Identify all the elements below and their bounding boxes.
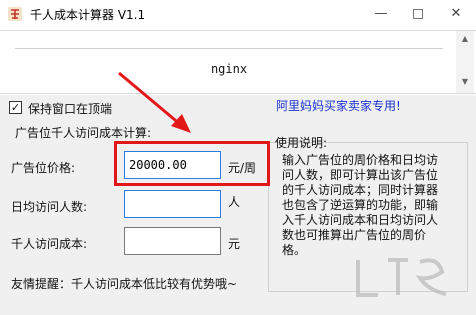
- keep-on-top-label[interactable]: 保持窗口在顶端: [28, 100, 112, 117]
- window-title: 千人成本计算器 V1.1: [30, 8, 146, 22]
- highlight-box: [114, 141, 270, 186]
- keep-on-top-checkbox[interactable]: ✓: [9, 101, 22, 114]
- cpm-label: 千人访问成本:: [11, 237, 88, 251]
- calculator-group-title: 广告位千人访问成本计算:: [15, 126, 152, 140]
- daily-visitors-input[interactable]: [124, 190, 221, 218]
- close-button[interactable]: ✕: [438, 0, 474, 28]
- daily-visitors-label: 日均访问人数:: [11, 200, 88, 214]
- url-scrollbar[interactable]: ▲ ▼: [456, 31, 474, 93]
- url-text: nginx: [210, 62, 248, 76]
- url-divider: [15, 48, 443, 49]
- friendly-tip: 友情提醒：千人访问成本低比较有优势哦~: [11, 277, 238, 291]
- brand-link[interactable]: 阿里妈妈买家卖家专用!: [276, 97, 401, 114]
- usage-title: 使用说明:: [275, 136, 328, 150]
- url-display-panel: nginx ▲ ▼: [0, 30, 476, 94]
- minimize-icon: —: [374, 6, 388, 21]
- app-icon: [8, 7, 22, 21]
- cpm-input[interactable]: [124, 227, 221, 255]
- close-icon: ✕: [450, 6, 462, 21]
- scroll-down-icon[interactable]: ▼: [456, 77, 474, 86]
- title-bar[interactable]: 千人成本计算器 V1.1 — ✕: [0, 0, 476, 28]
- watermark-logo: [356, 258, 447, 297]
- maximize-icon: [413, 8, 423, 19]
- check-icon: ✓: [10, 101, 21, 114]
- ad-price-label: 广告位价格:: [11, 161, 76, 175]
- maximize-button[interactable]: [400, 0, 436, 28]
- daily-visitors-unit: 人: [228, 195, 241, 209]
- usage-text: 输入广告位的周价格和日均访问人数，即可计算出该广告位的千人访问成本；同时计算器也…: [282, 153, 439, 257]
- cpm-unit: 元: [228, 237, 241, 251]
- scroll-up-icon[interactable]: ▲: [456, 34, 474, 43]
- minimize-button[interactable]: —: [363, 0, 399, 28]
